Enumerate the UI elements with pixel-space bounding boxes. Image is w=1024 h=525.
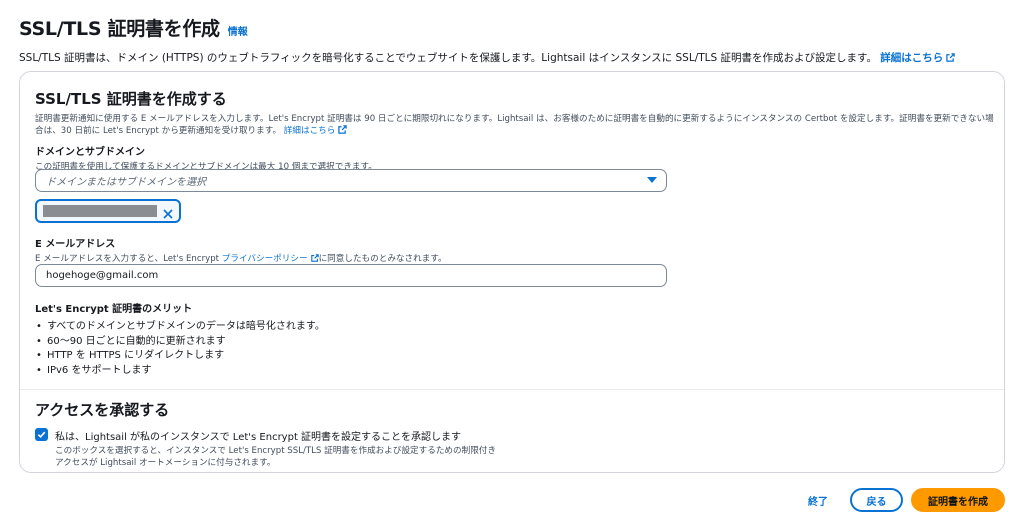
section-description: 証明書更新通知に使用する E メールアドレスを入力します。Let's Encry…: [35, 114, 994, 136]
divider: [20, 389, 1004, 390]
redacted-domain: [43, 205, 157, 217]
domain-select[interactable]: ドメインまたはサブドメインを選択: [35, 169, 667, 192]
privacy-policy-link[interactable]: プライバシーポリシー: [222, 254, 319, 264]
create-certificate-section: SSL/TLS 証明書を作成する 証明書更新通知に使用する E メールアドレスを…: [35, 88, 994, 172]
access-section-title: アクセスを承認する: [35, 401, 170, 419]
list-item: HTTP を HTTPS にリダイレクトします: [35, 349, 325, 364]
acknowledge-description: このボックスを選択すると、インスタンスで Let's Encrypt SSL/T…: [55, 446, 496, 468]
page-header: SSL/TLS 証明書を作成 情報 SSL/TLS 証明書は、ドメイン (HTT…: [19, 14, 1005, 65]
learn-more-link[interactable]: 詳細はこちら: [880, 52, 956, 64]
page-description: SSL/TLS 証明書は、ドメイン (HTTPS) のウェブトラフィックを暗号化…: [19, 50, 1005, 65]
form-card: SSL/TLS 証明書を作成する 証明書更新通知に使用する E メールアドレスを…: [19, 71, 1005, 473]
list-item: 60～90 日ごとに自動的に更新されます: [35, 335, 325, 350]
list-item: すべてのドメインとサブドメインのデータは暗号化されます。: [35, 320, 325, 335]
caret-down-icon: [647, 177, 657, 183]
external-link-icon: [946, 53, 956, 62]
benefits-title: Let's Encrypt 証明書のメリット: [35, 304, 193, 315]
footer-actions: 終了 戻る 証明書を作成: [808, 488, 1005, 512]
acknowledge-label[interactable]: 私は、Lightsail が私のインスタンスで Let's Encrypt 証明…: [55, 428, 989, 443]
domains-field: ドメインとサブドメイン この証明書を使用して保護するドメインとサブドメインは最大…: [35, 143, 989, 172]
email-input[interactable]: [35, 264, 667, 287]
access-section: アクセスを承認する 私は、Lightsail が私のインスタンスで Let's …: [35, 399, 989, 469]
section-learn-more-link[interactable]: 詳細はこちら: [284, 125, 348, 136]
domains-label: ドメインとサブドメイン: [35, 147, 145, 158]
email-hint: E メールアドレスを入力すると、Let's Encrypt プライバシーポリシー…: [35, 254, 447, 264]
close-icon[interactable]: [162, 205, 174, 219]
benefits: Let's Encrypt 証明書のメリット すべてのドメインとサブドメインのデ…: [35, 300, 325, 378]
external-link-icon: [338, 125, 348, 134]
check-icon: [37, 431, 46, 439]
email-label: E メールアドレス: [35, 239, 116, 250]
page-title: SSL/TLS 証明書を作成: [19, 18, 220, 40]
email-field: E メールアドレス E メールアドレスを入力すると、Let's Encrypt …: [35, 235, 447, 264]
domain-select-placeholder: ドメインまたはサブドメインを選択: [46, 177, 206, 188]
list-item: IPv6 をサポートします: [35, 364, 325, 379]
info-link[interactable]: 情報: [228, 23, 248, 38]
cancel-button[interactable]: 終了: [808, 493, 828, 508]
selected-domain-token: [35, 199, 181, 223]
back-button[interactable]: 戻る: [850, 488, 903, 512]
external-link-icon: [310, 254, 319, 262]
section-title: SSL/TLS 証明書を作成する: [35, 90, 227, 108]
create-certificate-button[interactable]: 証明書を作成: [911, 488, 1005, 512]
acknowledge-checkbox[interactable]: [35, 428, 48, 441]
benefit-list: すべてのドメインとサブドメインのデータは暗号化されます。 60～90 日ごとに自…: [35, 320, 325, 378]
acknowledge-checkbox-row[interactable]: 私は、Lightsail が私のインスタンスで Let's Encrypt 証明…: [35, 428, 989, 469]
